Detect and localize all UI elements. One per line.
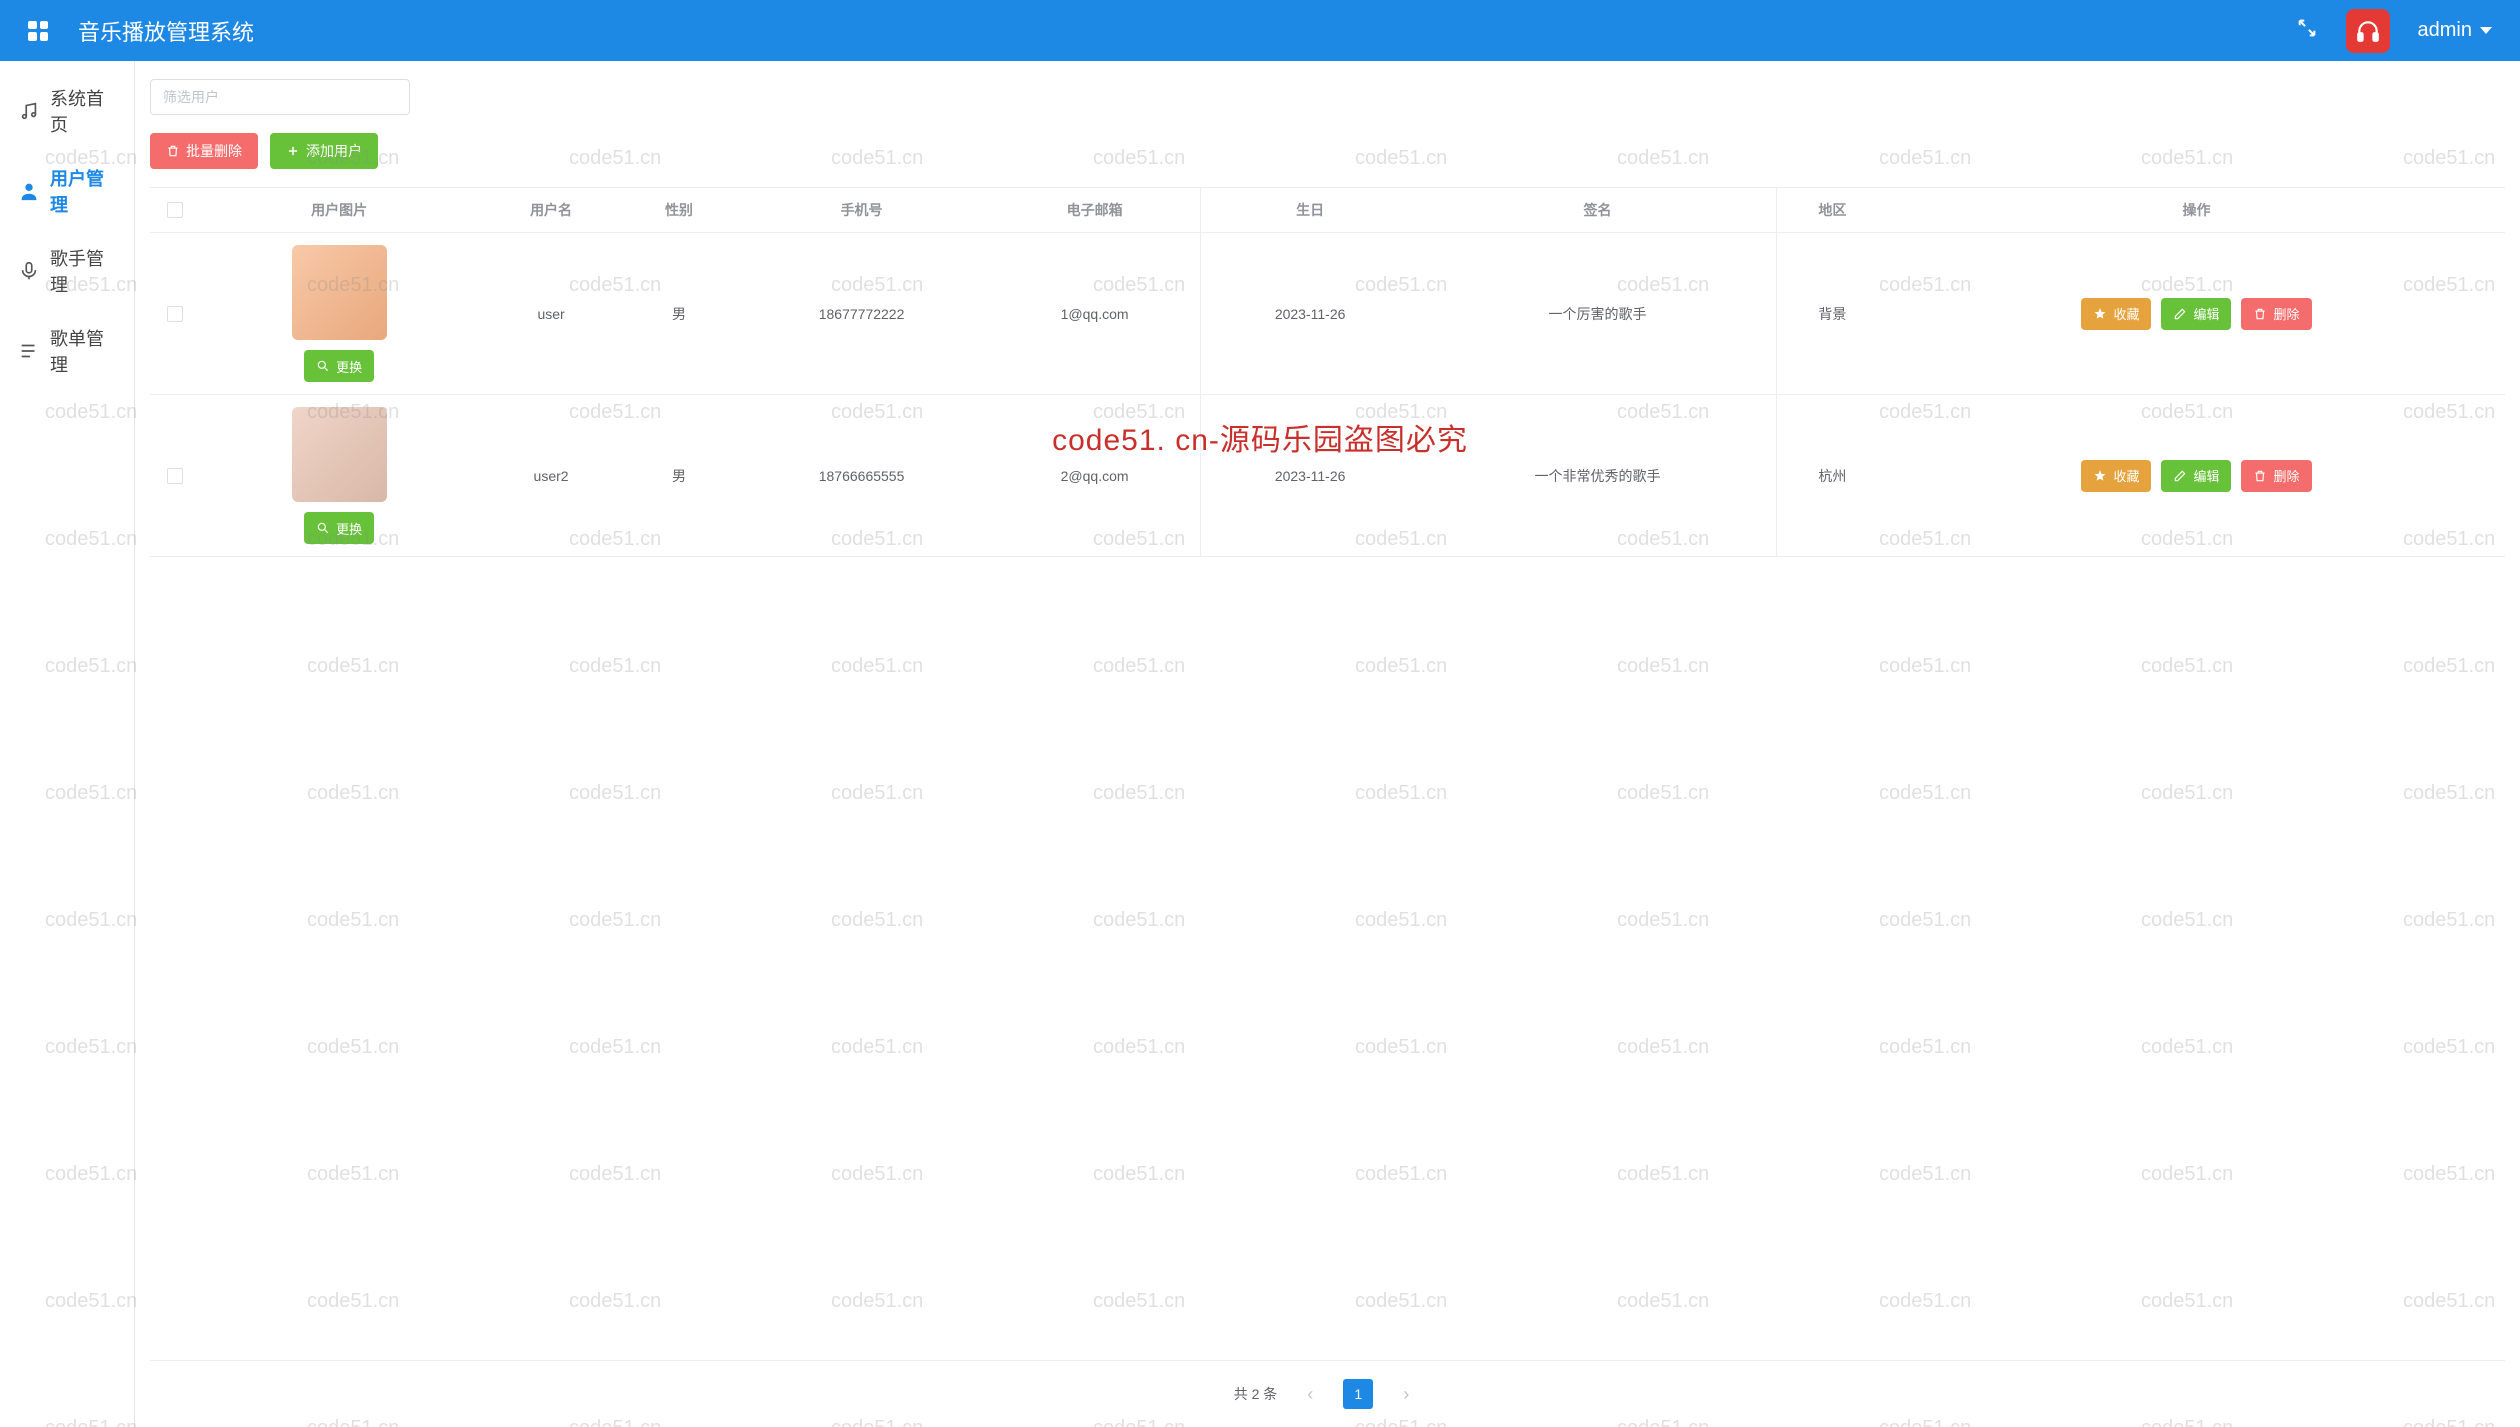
app-title: 音乐播放管理系统 — [78, 15, 254, 47]
col-birthday: 生日 — [1201, 188, 1419, 233]
row-checkbox[interactable] — [167, 468, 183, 484]
sidebar-item-home[interactable]: 系统首页 — [0, 71, 134, 151]
main-content: 批量删除 添加用户 用户图片 用户名 性别 手机号 电子邮箱 — [135, 61, 2520, 1427]
fullscreen-icon[interactable] — [2296, 17, 2318, 45]
favorite-button[interactable]: 收藏 — [2081, 298, 2151, 330]
cell-phone: 18766665555 — [734, 395, 989, 557]
page-1-button[interactable]: 1 — [1343, 1379, 1373, 1409]
user-dropdown[interactable]: admin — [2418, 19, 2492, 42]
mic-icon — [18, 260, 40, 282]
col-region: 地区 — [1776, 188, 1888, 233]
cell-birthday: 2023-11-26 — [1201, 395, 1419, 557]
cell-signature: 一个非常优秀的歌手 — [1419, 395, 1776, 557]
cell-gender: 男 — [624, 395, 734, 557]
row-checkbox[interactable] — [167, 306, 183, 322]
star-icon — [2093, 469, 2107, 483]
cell-username: user — [478, 233, 623, 395]
user-avatar-image — [292, 407, 387, 502]
col-gender: 性别 — [624, 188, 734, 233]
page-total: 共 2 条 — [1234, 1384, 1278, 1404]
trash-icon — [166, 144, 180, 158]
cell-gender: 男 — [624, 233, 734, 395]
edit-button[interactable]: 编辑 — [2161, 460, 2231, 492]
add-user-button[interactable]: 添加用户 — [270, 133, 378, 169]
sidebar-item-label: 用户管理 — [50, 165, 116, 217]
sidebar-item-label: 系统首页 — [50, 85, 116, 137]
cell-phone: 18677772222 — [734, 233, 989, 395]
plus-icon — [286, 144, 300, 158]
chevron-down-icon — [2480, 27, 2492, 34]
col-actions: 操作 — [1888, 188, 2505, 233]
search-icon — [316, 521, 330, 535]
cell-region: 杭州 — [1776, 395, 1888, 557]
favorite-button[interactable]: 收藏 — [2081, 460, 2151, 492]
edit-icon — [2173, 469, 2187, 483]
cell-birthday: 2023-11-26 — [1201, 233, 1419, 395]
user-avatar[interactable] — [2346, 9, 2390, 53]
cell-region: 背景 — [1776, 233, 1888, 395]
top-bar: 音乐播放管理系统 admin — [0, 0, 2520, 61]
col-username: 用户名 — [478, 188, 623, 233]
next-page-button[interactable]: › — [1391, 1379, 1421, 1409]
table-row: 更换 user2男187666655552@qq.com2023-11-26一个非… — [150, 395, 2505, 557]
col-email: 电子邮箱 — [989, 188, 1201, 233]
change-avatar-button[interactable]: 更换 — [304, 350, 374, 382]
trash-icon — [2253, 307, 2267, 321]
sidebar-item-singers[interactable]: 歌手管理 — [0, 231, 134, 311]
select-all-checkbox[interactable] — [167, 202, 183, 218]
change-avatar-button[interactable]: 更换 — [304, 512, 374, 544]
prev-page-button[interactable]: ‹ — [1295, 1379, 1325, 1409]
search-icon — [316, 359, 330, 373]
cell-username: user2 — [478, 395, 623, 557]
sidebar-item-label: 歌单管理 — [50, 325, 116, 377]
cell-email: 2@qq.com — [989, 395, 1201, 557]
table-row: 更换 user男186777722221@qq.com2023-11-26一个厉害… — [150, 233, 2505, 395]
search-input[interactable] — [150, 79, 410, 115]
pagination: 共 2 条 ‹ 1 › — [150, 1360, 2505, 1427]
sidebar-item-label: 歌手管理 — [50, 245, 116, 297]
col-phone: 手机号 — [734, 188, 989, 233]
trash-icon — [2253, 469, 2267, 483]
cell-signature: 一个厉害的歌手 — [1419, 233, 1776, 395]
delete-button[interactable]: 删除 — [2241, 298, 2311, 330]
batch-delete-button[interactable]: 批量删除 — [150, 133, 258, 169]
person-icon — [18, 180, 40, 202]
sidebar-item-playlists[interactable]: 歌单管理 — [0, 311, 134, 391]
apps-icon[interactable] — [28, 21, 48, 41]
delete-button[interactable]: 删除 — [2241, 460, 2311, 492]
cell-email: 1@qq.com — [989, 233, 1201, 395]
list-icon — [18, 340, 40, 362]
user-avatar-image — [292, 245, 387, 340]
edit-button[interactable]: 编辑 — [2161, 298, 2231, 330]
edit-icon — [2173, 307, 2187, 321]
headphone-icon — [2355, 18, 2381, 44]
music-note-icon — [18, 100, 40, 122]
sidebar-item-users[interactable]: 用户管理 — [0, 151, 134, 231]
users-table: 用户图片 用户名 性别 手机号 电子邮箱 生日 签名 地区 操作 更换 user男… — [150, 188, 2505, 557]
sidebar: 系统首页 用户管理 歌手管理 歌单管理 — [0, 61, 135, 1427]
star-icon — [2093, 307, 2107, 321]
col-signature: 签名 — [1419, 188, 1776, 233]
col-avatar: 用户图片 — [200, 188, 478, 233]
username-label: admin — [2418, 19, 2472, 42]
